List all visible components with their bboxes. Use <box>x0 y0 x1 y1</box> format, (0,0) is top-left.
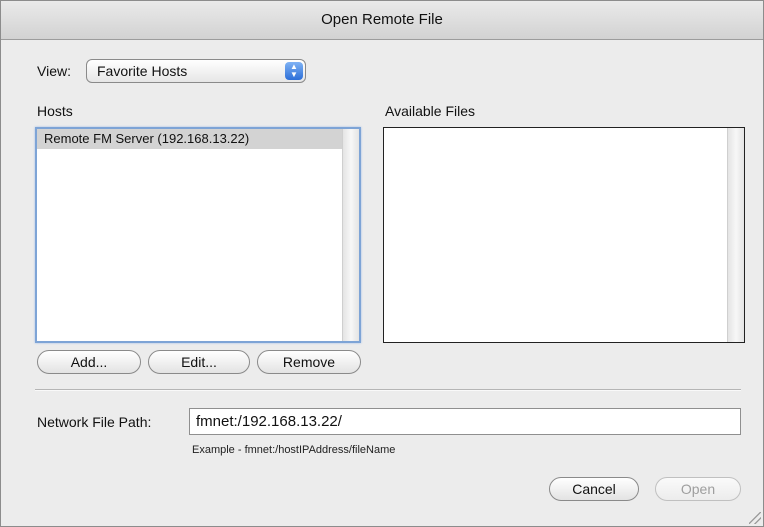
popup-arrows-icon: ▲ ▼ <box>285 62 303 80</box>
view-popup[interactable]: Favorite Hosts ▲ ▼ <box>86 59 306 83</box>
available-files-header: Available Files <box>385 103 476 119</box>
open-remote-file-dialog: Open Remote File View: Favorite Hosts ▲ ▼… <box>0 0 764 527</box>
files-scrollbar[interactable] <box>727 128 744 342</box>
view-label: View: <box>37 63 71 79</box>
separator <box>35 389 741 391</box>
network-file-path-field[interactable] <box>189 408 741 435</box>
window-title: Open Remote File <box>1 1 763 40</box>
cancel-button[interactable]: Cancel <box>549 477 639 501</box>
hosts-list[interactable]: Remote FM Server (192.168.13.22) <box>35 127 361 343</box>
edit-button[interactable]: Edit... <box>148 350 250 374</box>
hosts-header: Hosts <box>37 103 73 119</box>
host-list-item[interactable]: Remote FM Server (192.168.13.22) <box>37 129 343 149</box>
add-button[interactable]: Add... <box>37 350 141 374</box>
path-example-text: Example - fmnet:/hostIPAddress/fileName <box>192 444 396 456</box>
resize-grip-icon[interactable] <box>749 512 761 524</box>
available-files-list[interactable] <box>383 127 745 343</box>
hosts-scrollbar[interactable] <box>342 129 359 341</box>
network-file-path-label: Network File Path: <box>37 414 152 430</box>
view-popup-value: Favorite Hosts <box>97 63 188 79</box>
remove-button[interactable]: Remove <box>257 350 361 374</box>
open-button[interactable]: Open <box>655 477 741 501</box>
